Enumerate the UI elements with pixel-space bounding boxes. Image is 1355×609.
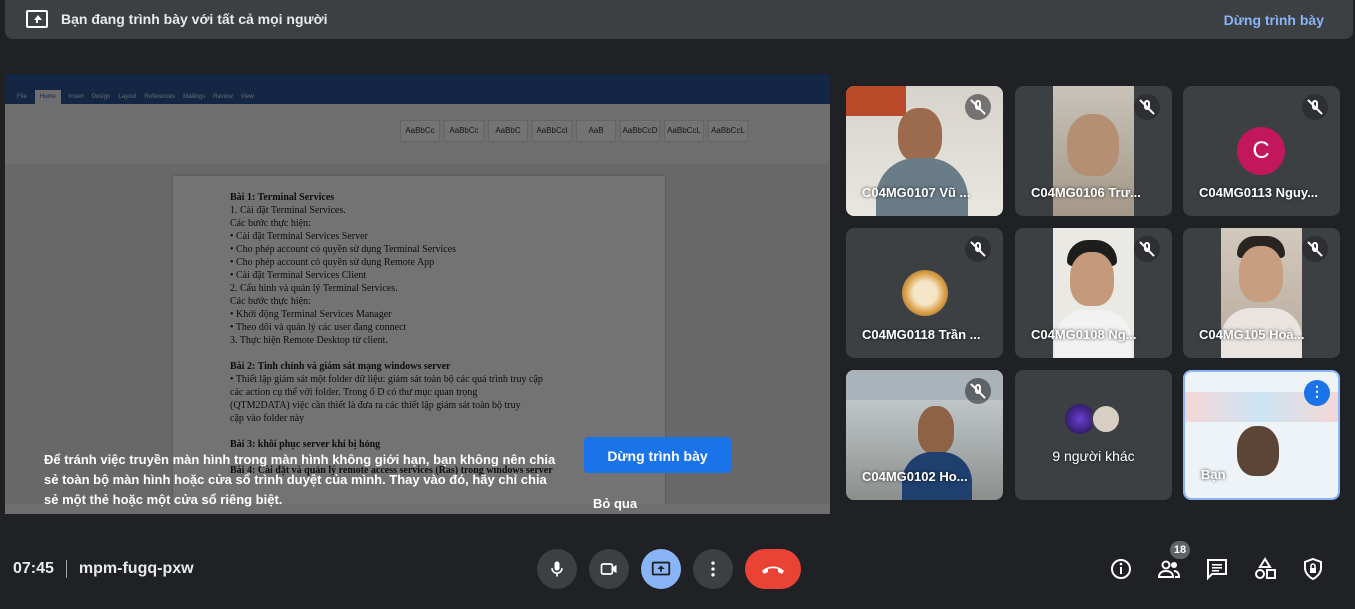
infinite-mirror-notice: Để tránh việc truyền màn hình trong màn … [44,452,556,507]
present-icon [651,561,671,576]
participant-tile[interactable]: C04MG0107 Vũ ... [846,86,1003,216]
participant-name: C04MG0107 Vũ ... [862,185,971,200]
camera-icon [600,563,617,575]
meeting-time: 07:45 [13,560,54,578]
people-icon[interactable] [1157,557,1181,581]
more-vert-icon [711,561,715,577]
presenting-message: Bạn đang trình bày với tất cả mọi người [61,11,328,27]
dismiss-button[interactable]: Bỏ qua [593,496,637,511]
more-options-icon[interactable]: ⋮ [1304,380,1330,406]
others-tile[interactable]: 9 người khác [1015,370,1172,500]
participant-name: Bạn [1201,467,1226,482]
leave-call-button[interactable] [745,549,801,589]
muted-mic-icon [965,94,991,120]
participant-tile[interactable]: C C04MG0113 Nguy... [1183,86,1340,216]
participant-name: C04MG0106 Trư... [1031,185,1141,200]
others-count: 9 người khác [1052,448,1135,464]
muted-mic-icon [965,236,991,262]
self-tile[interactable]: ⋮ Bạn [1183,370,1340,500]
participant-avatar: C [1237,127,1285,175]
more-options-button[interactable] [693,549,733,589]
camera-toggle-button[interactable] [589,549,629,589]
participant-tile[interactable]: C04MG0118 Trần ... [846,228,1003,358]
activities-icon[interactable] [1253,557,1277,581]
muted-mic-icon [1134,236,1160,262]
present-screen-icon [26,10,48,28]
mic-icon [551,561,563,577]
stop-presenting-link[interactable]: Dừng trình bày [1224,12,1324,28]
mic-toggle-button[interactable] [537,549,577,589]
muted-mic-icon [1302,236,1328,262]
stop-presenting-button[interactable]: Dừng trình bày [584,437,731,473]
participant-tile[interactable]: C04MG105 Hoà... [1183,228,1340,358]
meeting-code: mpm-fugq-pxw [78,560,194,578]
divider [65,560,67,578]
info-icon[interactable] [1109,557,1133,581]
participant-tile[interactable]: C04MG0106 Trư... [1015,86,1172,216]
participant-name: C04MG0113 Nguy... [1199,185,1318,200]
participant-name: C04MG0102 Ho... [862,469,968,484]
participant-tile[interactable]: C04MG0102 Ho... [846,370,1003,500]
muted-mic-icon [965,378,991,404]
participant-avatar [1091,404,1121,434]
present-now-button[interactable] [641,549,681,589]
participant-tile[interactable]: C04MG0108 Ng... [1015,228,1172,358]
meeting-info: 07:45 mpm-fugq-pxw [13,560,194,578]
hang-up-icon [762,566,784,574]
lock-shield-icon[interactable] [1301,557,1325,581]
muted-mic-icon [1302,94,1328,120]
chat-icon[interactable] [1205,557,1229,581]
presenting-banner: Bạn đang trình bày với tất cả mọi người … [5,0,1353,39]
muted-mic-icon [1134,94,1160,120]
participant-name: C04MG105 Hoà... [1199,327,1305,342]
participant-avatar [902,270,948,316]
participant-name: C04MG0118 Trần ... [862,327,981,342]
participant-name: C04MG0108 Ng... [1031,327,1137,342]
